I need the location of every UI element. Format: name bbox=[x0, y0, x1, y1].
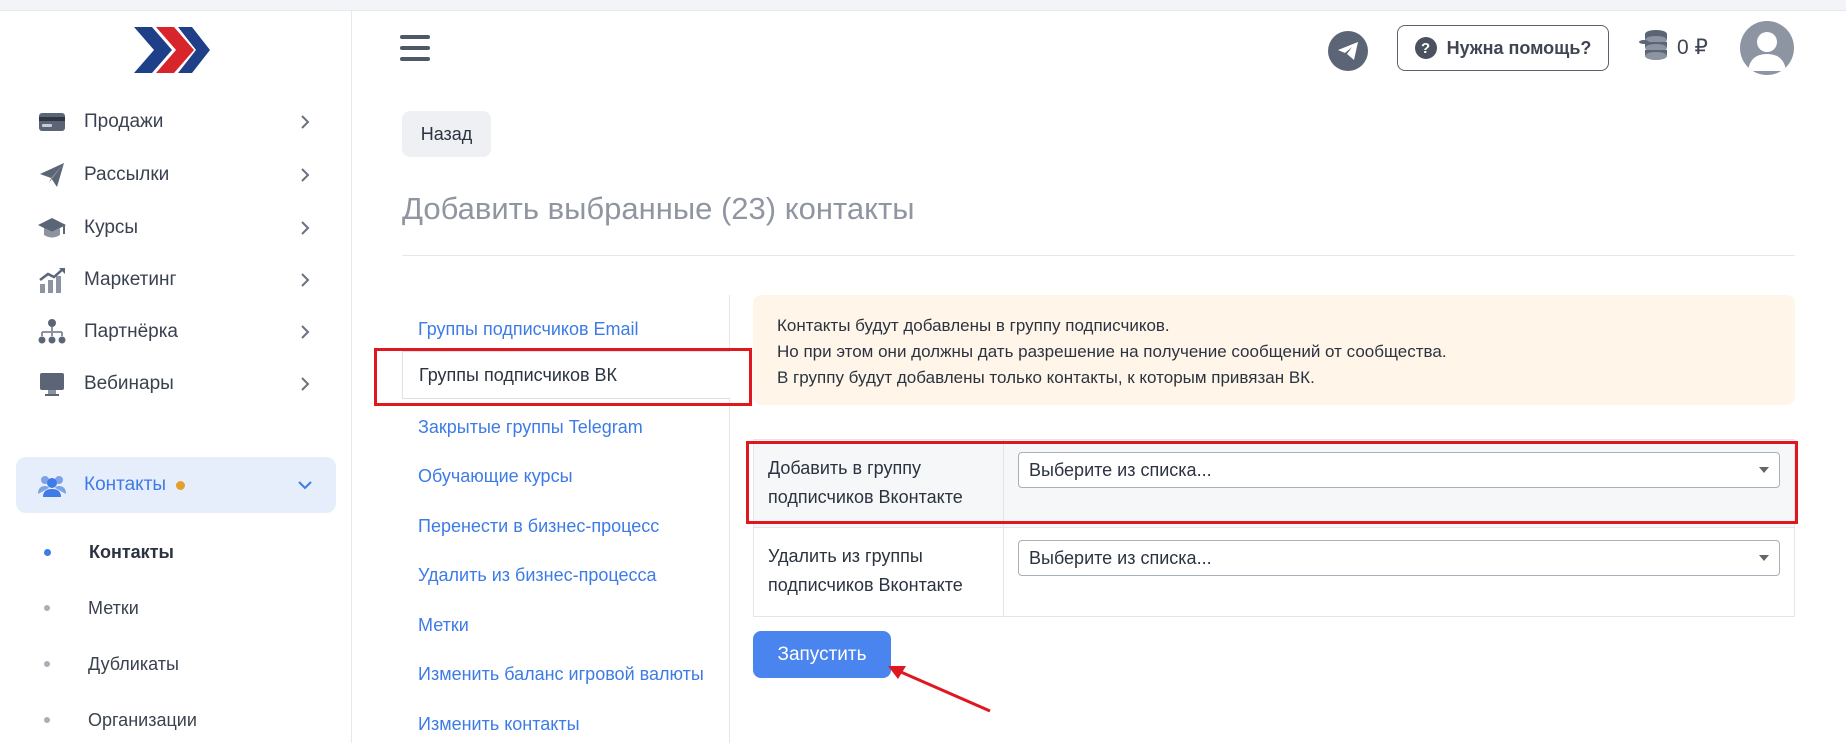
chevron-down-icon bbox=[298, 481, 312, 490]
bullet-dot bbox=[44, 661, 50, 667]
chevron-right-icon bbox=[301, 325, 310, 339]
bullet-dot bbox=[44, 717, 50, 723]
sidebar-item-mailings[interactable]: Рассылки bbox=[16, 147, 336, 203]
sidebar-subitem-duplicates[interactable]: Дубликаты bbox=[44, 649, 179, 679]
highlight-box-form-row bbox=[746, 441, 1798, 524]
sidebar-item-label: Контакты bbox=[84, 474, 167, 495]
form-label-remove: Удалить из группы подписчиков Вконтакте bbox=[754, 528, 1004, 616]
org-tree-icon bbox=[36, 316, 68, 348]
form-row-remove: Удалить из группы подписчиков Вконтакте … bbox=[754, 528, 1794, 616]
sidebar-item-marketing[interactable]: Маркетинг bbox=[16, 252, 336, 308]
sidebar-subitem-label: Метки bbox=[88, 597, 139, 618]
back-button[interactable]: Назад bbox=[402, 111, 491, 157]
notice-line: Контакты будут добавлены в группу подпис… bbox=[777, 316, 1170, 335]
label-line: подписчиков Вконтакте bbox=[768, 575, 963, 595]
remove-group-select[interactable]: Выберите из списка... bbox=[1018, 540, 1780, 576]
select-value: Выберите из списка... bbox=[1029, 548, 1212, 568]
notice-line: Но при этом они должны дать разрешение н… bbox=[777, 342, 1447, 361]
sidebar-subitem-label: Организации bbox=[88, 709, 197, 730]
chevron-right-icon bbox=[301, 273, 310, 287]
page-title: Добавить выбранные (23) контакты bbox=[402, 191, 915, 226]
sidebar-item-label: Партнёрка bbox=[84, 321, 178, 342]
sidebar-item-webinars[interactable]: Вебинары bbox=[16, 356, 336, 412]
tab-remove-from-process[interactable]: Удалить из бизнес-процесса bbox=[418, 565, 657, 586]
sidebar: Продажи Рассылки Курсы Маркетинг Партнёр… bbox=[0, 11, 352, 743]
chart-growth-icon bbox=[36, 264, 68, 296]
chevron-right-icon bbox=[301, 168, 310, 182]
sidebar-item-contacts[interactable]: Контакты bbox=[16, 457, 336, 513]
menu-toggle-icon[interactable] bbox=[400, 35, 430, 63]
form-control-cell: Выберите из списка... bbox=[1004, 528, 1794, 616]
coins-icon bbox=[1639, 30, 1667, 60]
highlight-box-tab bbox=[374, 348, 752, 406]
sidebar-item-sales[interactable]: Продажи bbox=[16, 94, 336, 150]
run-button[interactable]: Запустить bbox=[753, 631, 891, 678]
sidebar-item-label: Маркетинг bbox=[84, 269, 177, 290]
chevron-right-icon bbox=[301, 377, 310, 391]
balance-value: 0 ₽ bbox=[1677, 36, 1708, 59]
notification-dot bbox=[176, 480, 186, 490]
bullet-dot bbox=[44, 605, 50, 611]
avatar[interactable] bbox=[1740, 21, 1794, 75]
tab-courses[interactable]: Обучающие курсы bbox=[418, 466, 573, 487]
divider bbox=[402, 255, 1795, 256]
users-icon bbox=[36, 469, 68, 501]
card-icon bbox=[36, 106, 68, 138]
sidebar-subitem-contacts[interactable]: Контакты bbox=[44, 537, 174, 567]
paper-plane-icon bbox=[36, 159, 68, 191]
sidebar-item-label: Рассылки bbox=[84, 164, 170, 185]
tab-telegram-groups[interactable]: Закрытые группы Telegram bbox=[418, 417, 643, 438]
logo-icon[interactable] bbox=[132, 25, 212, 75]
tab-game-currency[interactable]: Изменить баланс игровой валюты bbox=[418, 664, 704, 685]
question-icon: ? bbox=[1414, 37, 1437, 59]
sidebar-subitem-label: Дубликаты bbox=[88, 653, 179, 674]
tab-move-to-process[interactable]: Перенести в бизнес-процесс bbox=[418, 516, 659, 537]
label-line: Удалить из группы bbox=[768, 546, 923, 566]
sidebar-item-partners[interactable]: Партнёрка bbox=[16, 304, 336, 360]
help-button-label: Нужна помощь? bbox=[1446, 37, 1592, 58]
graduation-cap-icon bbox=[36, 212, 68, 244]
sidebar-item-label: Курсы bbox=[84, 217, 139, 238]
bullet-dot bbox=[44, 548, 51, 556]
caret-down-icon bbox=[1759, 555, 1769, 561]
help-button[interactable]: ? Нужна помощь? bbox=[1397, 25, 1609, 71]
sidebar-item-label: Продажи bbox=[84, 111, 164, 132]
sidebar-item-courses[interactable]: Курсы bbox=[16, 200, 336, 256]
notice-line: В группу будут добавлены только контакты… bbox=[777, 368, 1315, 387]
tab-tags[interactable]: Метки bbox=[418, 615, 469, 636]
telegram-icon[interactable] bbox=[1328, 31, 1368, 71]
chevron-right-icon bbox=[301, 115, 310, 129]
chevron-right-icon bbox=[301, 221, 310, 235]
app-window: Продажи Рассылки Курсы Маркетинг Партнёр… bbox=[0, 10, 1846, 743]
sidebar-subitem-tags[interactable]: Метки bbox=[44, 593, 139, 623]
sidebar-subitem-label: Контакты bbox=[89, 541, 174, 562]
tab-edit-contacts[interactable]: Изменить контакты bbox=[418, 714, 580, 735]
annotation-arrow-icon bbox=[888, 666, 991, 713]
info-notice: Контакты будут добавлены в группу подпис… bbox=[753, 295, 1795, 405]
monitor-icon bbox=[36, 368, 68, 400]
tab-email-groups[interactable]: Группы подписчиков Email bbox=[418, 319, 639, 340]
sidebar-subitem-organizations[interactable]: Организации bbox=[44, 705, 197, 735]
sidebar-item-label: Вебинары bbox=[84, 373, 174, 394]
